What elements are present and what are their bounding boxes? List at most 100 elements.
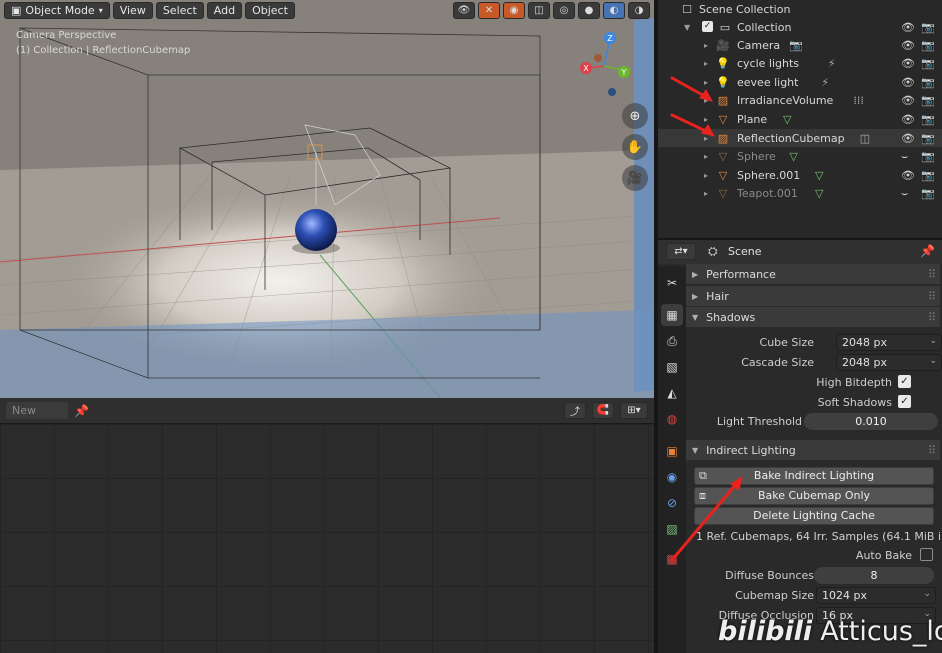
tab-texture[interactable]: ▩ — [661, 548, 683, 570]
light-data-icon[interactable]: ⚡ — [828, 57, 836, 70]
tab-world[interactable]: ◍ — [661, 408, 683, 430]
diffuse-bounces-field[interactable]: 8 — [814, 567, 934, 584]
camera-render-icon[interactable]: 📷 — [921, 94, 935, 107]
camera-render-icon[interactable]: 📷 — [921, 21, 935, 34]
expand-arrow-icon[interactable]: ▸ — [704, 152, 708, 161]
mesh-data-icon[interactable]: ▽ — [815, 169, 823, 182]
shader-editor[interactable]: New 📌 ⤴ 🧲 ⊞▾ — [0, 398, 654, 653]
outliner-item[interactable]: ▸ ▨ ReflectionCubemap ◫ 👁 📷 — [658, 129, 942, 147]
outliner-scene-collection[interactable]: ☐ Scene Collection — [658, 0, 942, 18]
expand-arrow-icon[interactable]: ▸ — [704, 171, 708, 180]
mesh-data-icon[interactable]: ▽ — [789, 150, 797, 163]
gizmo-toggle-button[interactable]: ✕ — [478, 1, 500, 19]
eye-icon[interactable]: 👁 — [901, 94, 915, 107]
navigation-gizmo[interactable]: Z Y X — [576, 30, 638, 100]
cubemap-data-icon[interactable]: ◫ — [860, 132, 870, 145]
new-material-button[interactable]: New — [6, 402, 68, 419]
panel-indirect-lighting[interactable]: ▼ Indirect Lighting ⠿ — [686, 440, 940, 460]
shading-solid-button[interactable]: ● — [578, 1, 600, 19]
outliner-collection[interactable]: ▼ ✓ ▭ Collection 👁 📷 — [658, 18, 942, 36]
pin-icon[interactable]: 📌 — [74, 404, 89, 418]
pan-button[interactable]: ✋ — [622, 134, 648, 160]
snap-toggle-button[interactable]: 🧲 — [592, 402, 614, 419]
outliner-item[interactable]: ▸ ▽ Sphere.001 ▽ 👁 📷 — [658, 166, 942, 184]
camera-render-icon[interactable]: 📷 — [921, 150, 935, 163]
bake-cubemap-only-button[interactable]: ⧈ Bake Cubemap Only — [694, 487, 934, 505]
outliner-item[interactable]: ▸ ▽ Sphere ▽ ⌣ 📷 — [658, 148, 942, 166]
panel-performance[interactable]: ▶ Performance ⠿ — [686, 264, 940, 284]
eye-icon[interactable]: 👁 — [901, 39, 915, 52]
delete-lighting-cache-button[interactable]: Delete Lighting Cache — [694, 507, 934, 525]
expand-arrow-icon[interactable]: ▸ — [704, 59, 708, 68]
outliner-item[interactable]: ▸ 💡 cycle lights ⚡ 👁 📷 — [658, 55, 942, 73]
outliner-item[interactable]: ▸ ▽ Plane ▽ 👁 📷 — [658, 110, 942, 128]
eye-icon[interactable]: 👁 — [901, 76, 915, 89]
outliner[interactable]: ☐ Scene Collection ▼ ✓ ▭ Collection 👁 📷 … — [658, 0, 942, 238]
cube-size-dropdown[interactable]: 2048 px ⌄ — [836, 334, 942, 351]
object-mode-dropdown[interactable]: ▣ Object Mode ▾ — [4, 1, 110, 19]
snap-mode-dropdown[interactable]: ⊞▾ — [620, 402, 648, 419]
outliner-item[interactable]: ▸ ▽ Teapot.001 ▽ ⌣ 📷 — [658, 185, 942, 203]
editor-type-dropdown[interactable]: ⇄▾ — [666, 243, 696, 260]
tab-object-data[interactable]: ▨ — [661, 518, 683, 540]
camera-render-icon[interactable]: 📷 — [921, 57, 935, 70]
mesh-data-icon[interactable]: ▽ — [815, 187, 823, 200]
menu-view[interactable]: View — [112, 1, 153, 19]
xray-toggle-button[interactable]: ◫ — [528, 1, 550, 19]
auto-bake-checkbox[interactable] — [920, 548, 933, 561]
expand-arrow-icon[interactable]: ▼ — [684, 23, 690, 32]
tab-view-layer[interactable]: ▧ — [661, 356, 683, 378]
outliner-item[interactable]: ▸ 🎥 Camera 📷 👁 📷 — [658, 36, 942, 54]
drag-handle-icon[interactable]: ⠿ — [928, 268, 936, 281]
tab-tool[interactable]: ✂ — [661, 272, 683, 294]
drag-handle-icon[interactable]: ⠿ — [928, 311, 936, 324]
tab-physics[interactable]: ◉ — [661, 466, 683, 488]
eye-icon[interactable]: 👁 — [901, 113, 915, 126]
outliner-item[interactable]: ▸ 💡 eevee light ⚡ 👁 📷 — [658, 73, 942, 91]
soft-shadows-checkbox[interactable]: ✓ — [898, 395, 911, 408]
expand-arrow-icon[interactable]: ▸ — [704, 134, 708, 143]
overlay-toggle-button[interactable]: ◉ — [503, 1, 525, 19]
menu-add[interactable]: Add — [206, 1, 243, 19]
camera-render-icon[interactable]: 📷 — [921, 132, 935, 145]
camera-view-button[interactable]: 🎥 — [622, 165, 648, 191]
cubemap-size-dropdown[interactable]: 1024 px ⌄ — [816, 587, 936, 604]
eye-closed-icon[interactable]: ⌣ — [901, 150, 908, 164]
properties-editor[interactable]: ⇄▾ ⛭ Scene 📌 ✂ ▦ ⎙ ▧ ◭ ◍ ▣ ◉ ⊘ ▨ ▩ ▶ Per… — [658, 240, 942, 653]
tab-object[interactable]: ▣ — [661, 440, 683, 462]
tab-output[interactable]: ⎙ — [661, 330, 683, 352]
camera-render-icon[interactable]: 📷 — [921, 39, 935, 52]
eye-closed-icon[interactable]: ⌣ — [901, 187, 908, 201]
expand-arrow-icon[interactable]: ▸ — [704, 96, 708, 105]
panel-hair[interactable]: ▶ Hair ⠿ — [686, 286, 940, 306]
shading-rendered-button[interactable]: ◑ — [628, 1, 650, 19]
menu-object[interactable]: Object — [245, 1, 295, 19]
expand-arrow-icon[interactable]: ▸ — [704, 78, 708, 87]
eye-icon[interactable]: 👁 — [901, 132, 915, 145]
mesh-data-icon[interactable]: ▽ — [783, 113, 791, 126]
tab-constraints[interactable]: ⊘ — [661, 492, 683, 514]
drag-handle-icon[interactable]: ⠿ — [928, 290, 936, 303]
outliner-item[interactable]: ▸ ▨ IrradianceVolume ⁞⁞⁞ 👁 📷 — [658, 92, 942, 110]
light-data-icon[interactable]: ⚡ — [821, 76, 829, 89]
camera-render-icon[interactable]: 📷 — [921, 76, 935, 89]
camera-data-icon[interactable]: 📷 — [789, 39, 803, 52]
cascade-size-dropdown[interactable]: 2048 px ⌄ — [836, 354, 942, 371]
camera-render-icon[interactable]: 📷 — [921, 113, 935, 126]
expand-arrow-icon[interactable]: ▸ — [704, 189, 708, 198]
eye-icon[interactable]: 👁 — [901, 21, 915, 34]
eye-icon[interactable]: 👁 — [901, 169, 915, 182]
3d-viewport[interactable]: ▣ Object Mode ▾ View Select Add Object 👁… — [0, 0, 654, 398]
camera-render-icon[interactable]: 📷 — [921, 187, 935, 200]
light-threshold-field[interactable]: 0.010 — [804, 413, 938, 430]
expand-arrow-icon[interactable]: ▸ — [704, 115, 708, 124]
tab-render[interactable]: ▦ — [661, 304, 683, 326]
menu-select[interactable]: Select — [155, 1, 204, 19]
expand-arrow-icon[interactable]: ▸ — [704, 41, 708, 50]
eye-icon[interactable]: 👁 — [901, 57, 915, 70]
zoom-button[interactable]: ⊕ — [622, 103, 648, 129]
shading-wireframe-button[interactable]: ◎ — [553, 1, 575, 19]
panel-shadows[interactable]: ▼ Shadows ⠿ — [686, 307, 940, 327]
area-divider-vertical[interactable] — [654, 0, 658, 653]
shading-material-button[interactable]: ◐ — [603, 1, 625, 19]
